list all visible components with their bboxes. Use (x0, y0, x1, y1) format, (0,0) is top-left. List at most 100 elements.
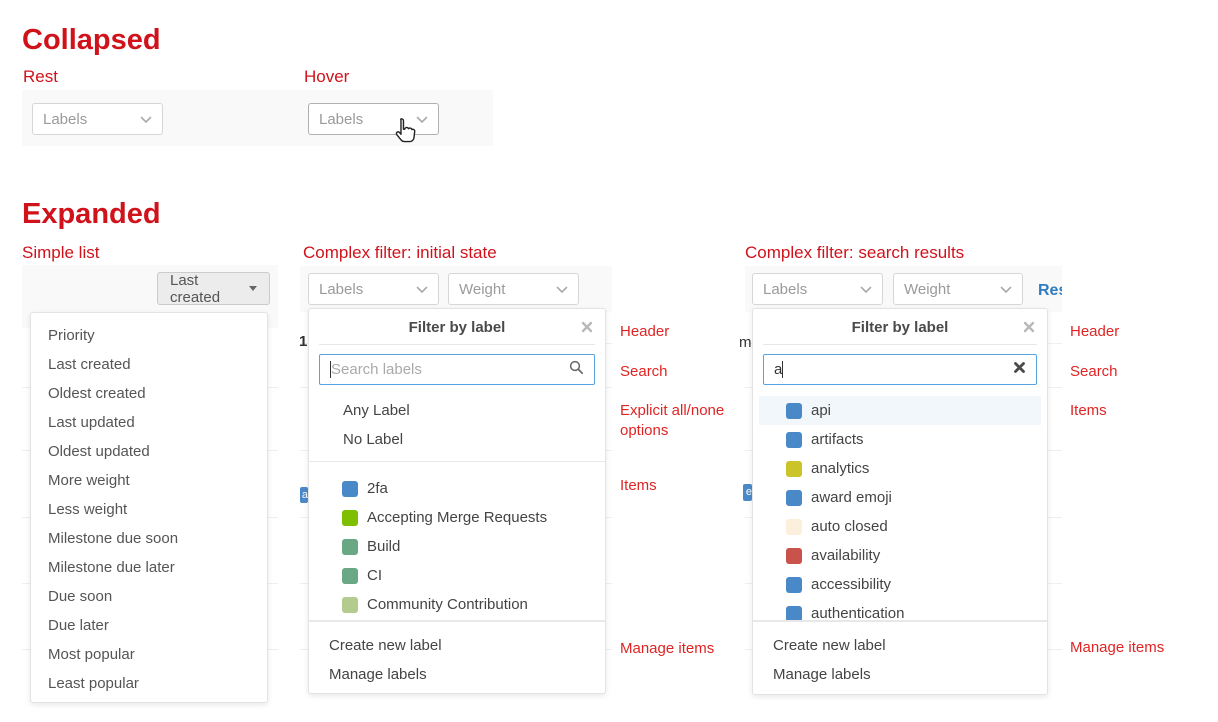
menu-item[interactable]: Milestone due soon (31, 524, 267, 553)
label-color-swatch (342, 597, 358, 613)
background-text-fragment: 1 (299, 333, 307, 350)
panel-footer: Create new label Manage labels (753, 621, 1047, 694)
manage-labels-link[interactable]: Manage labels (309, 660, 605, 689)
weight-dropdown-search-text: Weight (904, 281, 950, 298)
label-row[interactable]: 2fa (309, 474, 605, 503)
labels-dropdown-initial-text: Labels (319, 281, 363, 298)
weight-dropdown-initial[interactable]: Weight (448, 273, 579, 305)
labels-dropdown-search[interactable]: Labels (752, 273, 883, 305)
label-row[interactable]: Community Contribution (309, 590, 605, 619)
search-placeholder: Search labels (331, 361, 422, 378)
create-new-label-link[interactable]: Create new label (753, 631, 1047, 660)
labels-dropdown-hover[interactable]: Labels (308, 103, 439, 135)
section-title-collapsed: Collapsed (22, 24, 161, 57)
menu-item[interactable]: Oldest created (31, 379, 267, 408)
sort-dropdown-button-text: Last created (170, 272, 242, 306)
menu-item[interactable]: Due soon (31, 582, 267, 611)
design-spec-canvas: Collapsed Rest Hover Labels Labels Expan… (0, 0, 1218, 722)
label-color-swatch (786, 519, 802, 535)
label-row[interactable]: availability (753, 541, 1047, 570)
variant-label-hover: Hover (304, 67, 349, 87)
chevron-down-icon (1000, 281, 1012, 298)
label-results-list: api artifacts analytics award emoji auto… (753, 396, 1047, 621)
label-row-highlighted[interactable]: api (759, 396, 1041, 425)
close-icon[interactable] (1023, 320, 1035, 332)
option-no-label[interactable]: No Label (309, 425, 605, 454)
label-name: Build (367, 538, 400, 555)
menu-item[interactable]: Last created (31, 350, 267, 379)
label-name: analytics (811, 460, 869, 477)
label-color-swatch (786, 461, 802, 477)
menu-item[interactable]: Oldest updated (31, 437, 267, 466)
search-labels-input[interactable]: a (763, 354, 1037, 385)
label-color-swatch (786, 577, 802, 593)
annotation-items: Items (620, 476, 657, 496)
list-divider (309, 461, 605, 462)
label-name: authentication (811, 605, 904, 621)
chevron-down-icon (416, 111, 428, 128)
panel-title: Filter by label (753, 319, 1047, 336)
label-row[interactable]: auto closed (753, 512, 1047, 541)
label-row[interactable]: award emoji (753, 483, 1047, 512)
label-row[interactable]: Accepting Merge Requests (309, 503, 605, 532)
close-icon[interactable] (581, 320, 593, 332)
weight-dropdown-initial-text: Weight (459, 281, 505, 298)
label-name: availability (811, 547, 880, 564)
label-color-swatch (342, 568, 358, 584)
text-cursor (782, 361, 783, 378)
label-color-swatch (342, 481, 358, 497)
label-row[interactable]: analytics (753, 454, 1047, 483)
search-value: a (774, 361, 782, 378)
label-row[interactable]: Build (309, 532, 605, 561)
menu-item[interactable]: Less weight (31, 495, 267, 524)
annotation-search: Search (620, 362, 668, 382)
annotation-manage-items: Manage items (620, 639, 714, 659)
labels-dropdown-initial[interactable]: Labels (308, 273, 439, 305)
reset-link[interactable]: Res (1038, 282, 1062, 300)
clear-search-icon[interactable] (1013, 361, 1026, 378)
label-color-swatch (786, 606, 802, 622)
menu-item[interactable]: Milestone due later (31, 553, 267, 582)
simple-list-dropdown-panel: Priority Last created Oldest created Las… (30, 312, 268, 703)
label-row[interactable]: accessibility (753, 570, 1047, 599)
label-name: CI (367, 567, 382, 584)
chevron-down-icon (860, 281, 872, 298)
labels-dropdown-search-text: Labels (763, 281, 807, 298)
label-name: accessibility (811, 576, 891, 593)
create-new-label-link[interactable]: Create new label (309, 631, 605, 660)
annotation-items: Items (1070, 401, 1107, 421)
search-icon (569, 360, 584, 379)
labels-dropdown-rest[interactable]: Labels (32, 103, 163, 135)
panel-title: Filter by label (309, 319, 605, 336)
column-label-search-results: Complex filter: search results (745, 243, 964, 263)
sort-dropdown-button[interactable]: Last created (157, 272, 270, 305)
menu-item[interactable]: Last updated (31, 408, 267, 437)
weight-dropdown-search[interactable]: Weight (893, 273, 1023, 305)
label-name: award emoji (811, 489, 892, 506)
label-row-clipped[interactable]: authentication (753, 599, 1047, 621)
label-row[interactable]: artifacts (753, 425, 1047, 454)
search-labels-input[interactable]: Search labels (319, 354, 595, 385)
annotation-header: Header (620, 322, 669, 342)
option-any-label[interactable]: Any Label (309, 396, 605, 425)
menu-item[interactable]: Least popular (31, 669, 267, 698)
chevron-down-icon (556, 281, 568, 298)
variant-label-rest: Rest (23, 67, 58, 87)
label-color-swatch (786, 490, 802, 506)
panel-footer: Create new label Manage labels (309, 621, 605, 693)
label-row[interactable]: CI (309, 561, 605, 590)
hand-cursor-icon (393, 117, 417, 148)
annotation-all-none: Explicit all/none options (620, 401, 742, 441)
manage-labels-link[interactable]: Manage labels (753, 660, 1047, 689)
chevron-down-icon (416, 281, 428, 298)
label-color-swatch (342, 539, 358, 555)
menu-item[interactable]: More weight (31, 466, 267, 495)
menu-item[interactable]: Priority (31, 321, 267, 350)
label-name: auto closed (811, 518, 888, 535)
label-name: api (811, 402, 831, 419)
menu-item[interactable]: Due later (31, 611, 267, 640)
label-color-swatch (342, 510, 358, 526)
background-label-fragment: e (743, 484, 752, 501)
labels-dropdown-hover-text: Labels (319, 111, 363, 128)
menu-item[interactable]: Most popular (31, 640, 267, 669)
